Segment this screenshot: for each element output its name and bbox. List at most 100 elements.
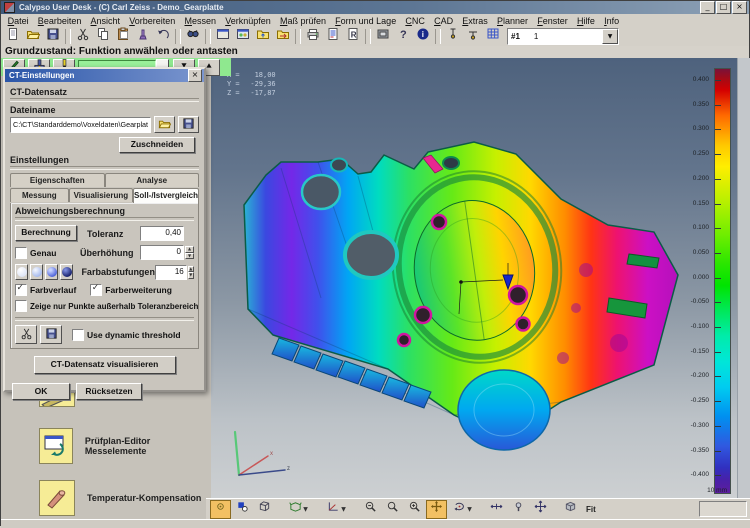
zoom-in-button[interactable]	[404, 500, 425, 519]
tab-visualisierung[interactable]: Visualisierung	[69, 188, 133, 202]
close-button[interactable]: ×	[732, 1, 747, 14]
minimize-button[interactable]: _	[700, 1, 715, 14]
gearplate-model[interactable]: x z	[211, 58, 750, 499]
berechnung-button[interactable]: Berechnung	[15, 225, 77, 241]
ueberhoehung-input[interactable]: 0	[140, 245, 184, 260]
viewport-3d[interactable]: x z X =18,00Y =-29,36Z =-17,87 0.4000.35…	[211, 58, 750, 499]
ueberhoehung-spinner[interactable]: ▲▼	[185, 246, 194, 259]
feature-select-button[interactable]	[232, 500, 253, 519]
axis-view-button[interactable]: ▼	[322, 500, 351, 519]
cad-view-button[interactable]	[233, 27, 253, 46]
fit-button[interactable]: Fit	[586, 505, 596, 514]
window-button[interactable]	[213, 27, 233, 46]
paste-button[interactable]	[113, 27, 133, 46]
toleranz-input[interactable]: 0,40	[140, 226, 184, 241]
reset-button[interactable]: Rücksetzen	[76, 383, 142, 400]
help-button[interactable]: ?	[393, 27, 413, 46]
menu-ansicht[interactable]: Ansicht	[86, 16, 125, 26]
dynamic-threshold-checkbox[interactable]	[72, 329, 84, 341]
menu-messen[interactable]: Messen	[180, 16, 221, 26]
sidebar-item-plan-editor[interactable]: Prüfplan-Editor Messelemente	[1, 428, 206, 464]
menu-bearbeiten[interactable]: Bearbeiten	[33, 16, 86, 26]
cut-button[interactable]	[73, 27, 93, 46]
dialog-title-bar[interactable]: CT-Einstellungen ×	[5, 69, 204, 82]
axis-view-icon	[327, 500, 340, 518]
menu-ma-pr-fen[interactable]: Maß prüfen	[275, 16, 330, 26]
probe-horizontal-button[interactable]	[463, 27, 483, 46]
tab-analyse[interactable]: Analyse	[105, 173, 200, 187]
zoom-out-button[interactable]	[360, 500, 381, 519]
menu-cad[interactable]: CAD	[429, 16, 457, 26]
open-button[interactable]	[23, 27, 43, 46]
rotate-knob-icon	[512, 500, 525, 518]
menu-fenster[interactable]: Fenster	[533, 16, 573, 26]
save-file-button[interactable]	[178, 116, 199, 133]
menu-verkn-pfen[interactable]: Verknüpfen	[221, 16, 276, 26]
protocol-button[interactable]: R	[343, 27, 363, 46]
stamp-button[interactable]	[133, 27, 153, 46]
probe-vertical-button[interactable]	[443, 27, 463, 46]
view-cube-button[interactable]: ▼	[284, 500, 313, 519]
farbabstufungen-spinner[interactable]: ▲▼	[188, 266, 194, 279]
save-settings-button[interactable]	[40, 325, 62, 344]
zuschneiden-button[interactable]: Zuschneiden	[119, 137, 195, 153]
info-button[interactable]: i	[413, 27, 433, 46]
temperature-icon[interactable]	[39, 480, 75, 516]
maximize-button[interactable]: □	[716, 1, 731, 14]
farbabstufungen-input[interactable]: 16	[155, 265, 187, 280]
menu-datei[interactable]: Datei	[3, 16, 33, 26]
sidebar-item-temperature[interactable]: Temperatur-Kompensation	[1, 480, 206, 516]
move-button[interactable]	[426, 500, 447, 519]
scale-tick-label: 0.000	[675, 274, 709, 282]
pan-horizontal-button[interactable]	[486, 500, 507, 519]
new-button[interactable]	[3, 27, 23, 46]
clip-button[interactable]	[15, 325, 37, 344]
plot-button[interactable]	[373, 27, 393, 46]
menu-info[interactable]: Info	[600, 16, 624, 26]
combo-dropdown-icon[interactable]: ▼	[602, 29, 618, 44]
zoom-window-button[interactable]	[382, 500, 403, 519]
menu-planner[interactable]: Planner	[492, 16, 532, 26]
visualize-ct-button[interactable]: CT-Datensatz visualisieren	[34, 356, 176, 374]
undo-button[interactable]	[153, 27, 173, 46]
tab-messung[interactable]: Messung	[10, 188, 69, 202]
find-button[interactable]	[183, 27, 203, 46]
feature-combo[interactable]: #1 1 ▼	[507, 28, 619, 45]
scale-tick-label: 0.350	[675, 101, 709, 109]
farberweiterung-checkbox[interactable]	[90, 284, 102, 296]
menu-hilfe[interactable]: Hilfe	[572, 16, 599, 26]
app-icon[interactable]	[4, 2, 15, 13]
menu-extras[interactable]: Extras	[458, 16, 493, 26]
menu-vorbereiten[interactable]: Vorbereiten	[125, 16, 180, 26]
menu-form-und-lage[interactable]: Form und Lage	[331, 16, 401, 26]
rotate-knob-button[interactable]	[508, 500, 529, 519]
dialog-close-button[interactable]: ×	[188, 69, 202, 82]
sphere-style-2-button[interactable]	[30, 264, 43, 280]
save-button[interactable]	[43, 27, 63, 46]
outside-tolerance-checkbox[interactable]	[15, 300, 27, 312]
report-button[interactable]	[323, 27, 343, 46]
plan-editor-icon[interactable]	[39, 428, 73, 464]
browse-folder-button[interactable]	[154, 116, 175, 133]
pan-vertical-button[interactable]	[530, 500, 551, 519]
sphere-style-4-button[interactable]	[60, 264, 73, 280]
folder-up-button[interactable]	[253, 27, 273, 46]
tab-eigenschaften[interactable]: Eigenschaften	[10, 173, 105, 187]
rotate-button[interactable]: ▼	[448, 500, 477, 519]
ok-button[interactable]: OK	[12, 383, 70, 400]
farbverlauf-checkbox[interactable]	[15, 284, 27, 296]
folder-link-button[interactable]	[273, 27, 293, 46]
copy-button[interactable]	[93, 27, 113, 46]
menu-cnc[interactable]: CNC	[401, 16, 430, 26]
genau-checkbox[interactable]	[15, 247, 27, 259]
tab-soll-istvergleich[interactable]: Soll-/Istvergleich	[133, 188, 199, 203]
grid-button[interactable]	[483, 27, 503, 46]
combo-value: 1	[534, 32, 538, 41]
sphere-style-3-button[interactable]	[45, 264, 58, 280]
print-button[interactable]	[303, 27, 323, 46]
filename-input[interactable]: C:\CT\Standarddemo\Voxeldaten\Gearplat	[10, 117, 151, 133]
box-3d-button[interactable]	[254, 500, 275, 519]
point-select-button[interactable]	[210, 500, 231, 519]
sphere-style-1-button[interactable]	[15, 264, 28, 280]
render-cube-button[interactable]	[560, 500, 581, 519]
